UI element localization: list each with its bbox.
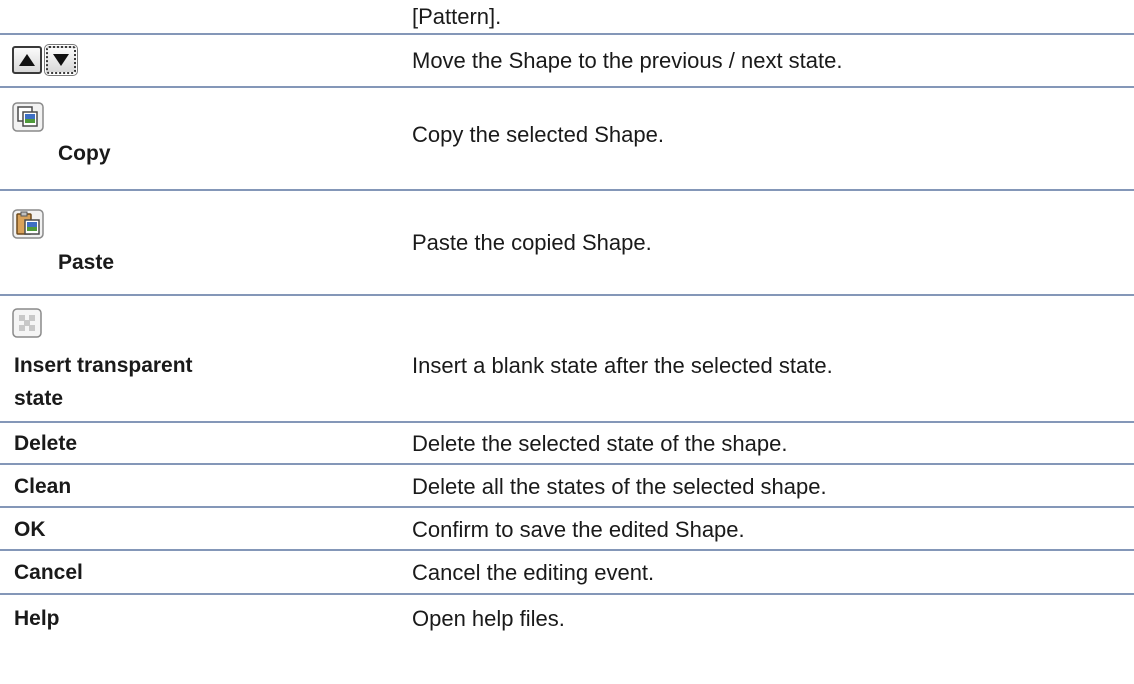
transparent-state-icon: [12, 308, 42, 343]
row-description: Insert a blank state after the selected …: [412, 353, 833, 378]
up-arrow-icon: [12, 46, 42, 74]
row-label: Help: [14, 607, 60, 630]
row-label: Delete: [14, 432, 78, 455]
row-label-continued: state: [14, 387, 64, 410]
table-row: Insert transparent state Insert a blank …: [0, 296, 1134, 423]
row-label: Clean: [14, 475, 72, 498]
table-row: Help Open help files.: [0, 595, 1134, 684]
table-row: Copy Copy the selected Shape.: [0, 88, 1134, 191]
row-description: Copy the selected Shape.: [412, 122, 664, 147]
row-description: Cancel the editing event.: [412, 560, 655, 585]
row-description: [Pattern].: [412, 4, 502, 29]
table-row: OK Confirm to save the edited Shape.: [0, 508, 1134, 551]
row-label: Copy: [58, 142, 111, 165]
table-row: Delete Delete the selected state of the …: [0, 423, 1134, 465]
row-label: Insert transparent: [14, 354, 193, 377]
row-label: Paste: [58, 251, 115, 274]
table-row: Paste Paste the copied Shape.: [0, 191, 1134, 296]
table-row: Cancel Cancel the editing event.: [0, 551, 1134, 595]
table-row: Move the Shape to the previous / next st…: [0, 35, 1134, 88]
row-description: Open help files.: [412, 606, 565, 631]
row-description: Paste the copied Shape.: [412, 230, 652, 255]
table-row: Clean Delete all the states of the selec…: [0, 465, 1134, 508]
row-description: Delete all the states of the selected sh…: [412, 474, 827, 499]
row-description: Delete the selected state of the shape.: [412, 431, 788, 456]
copy-icon: [12, 102, 44, 137]
down-arrow-icon: [44, 44, 78, 76]
row-label: Cancel: [14, 561, 83, 584]
paste-icon: [12, 209, 44, 244]
row-description: Confirm to save the edited Shape.: [412, 517, 745, 542]
table-row: [Pattern].: [0, 0, 1134, 35]
row-description: Move the Shape to the previous / next st…: [412, 48, 843, 73]
row-label: OK: [14, 518, 46, 541]
reference-table: [Pattern]. Move the Shape to the previou…: [0, 0, 1134, 684]
